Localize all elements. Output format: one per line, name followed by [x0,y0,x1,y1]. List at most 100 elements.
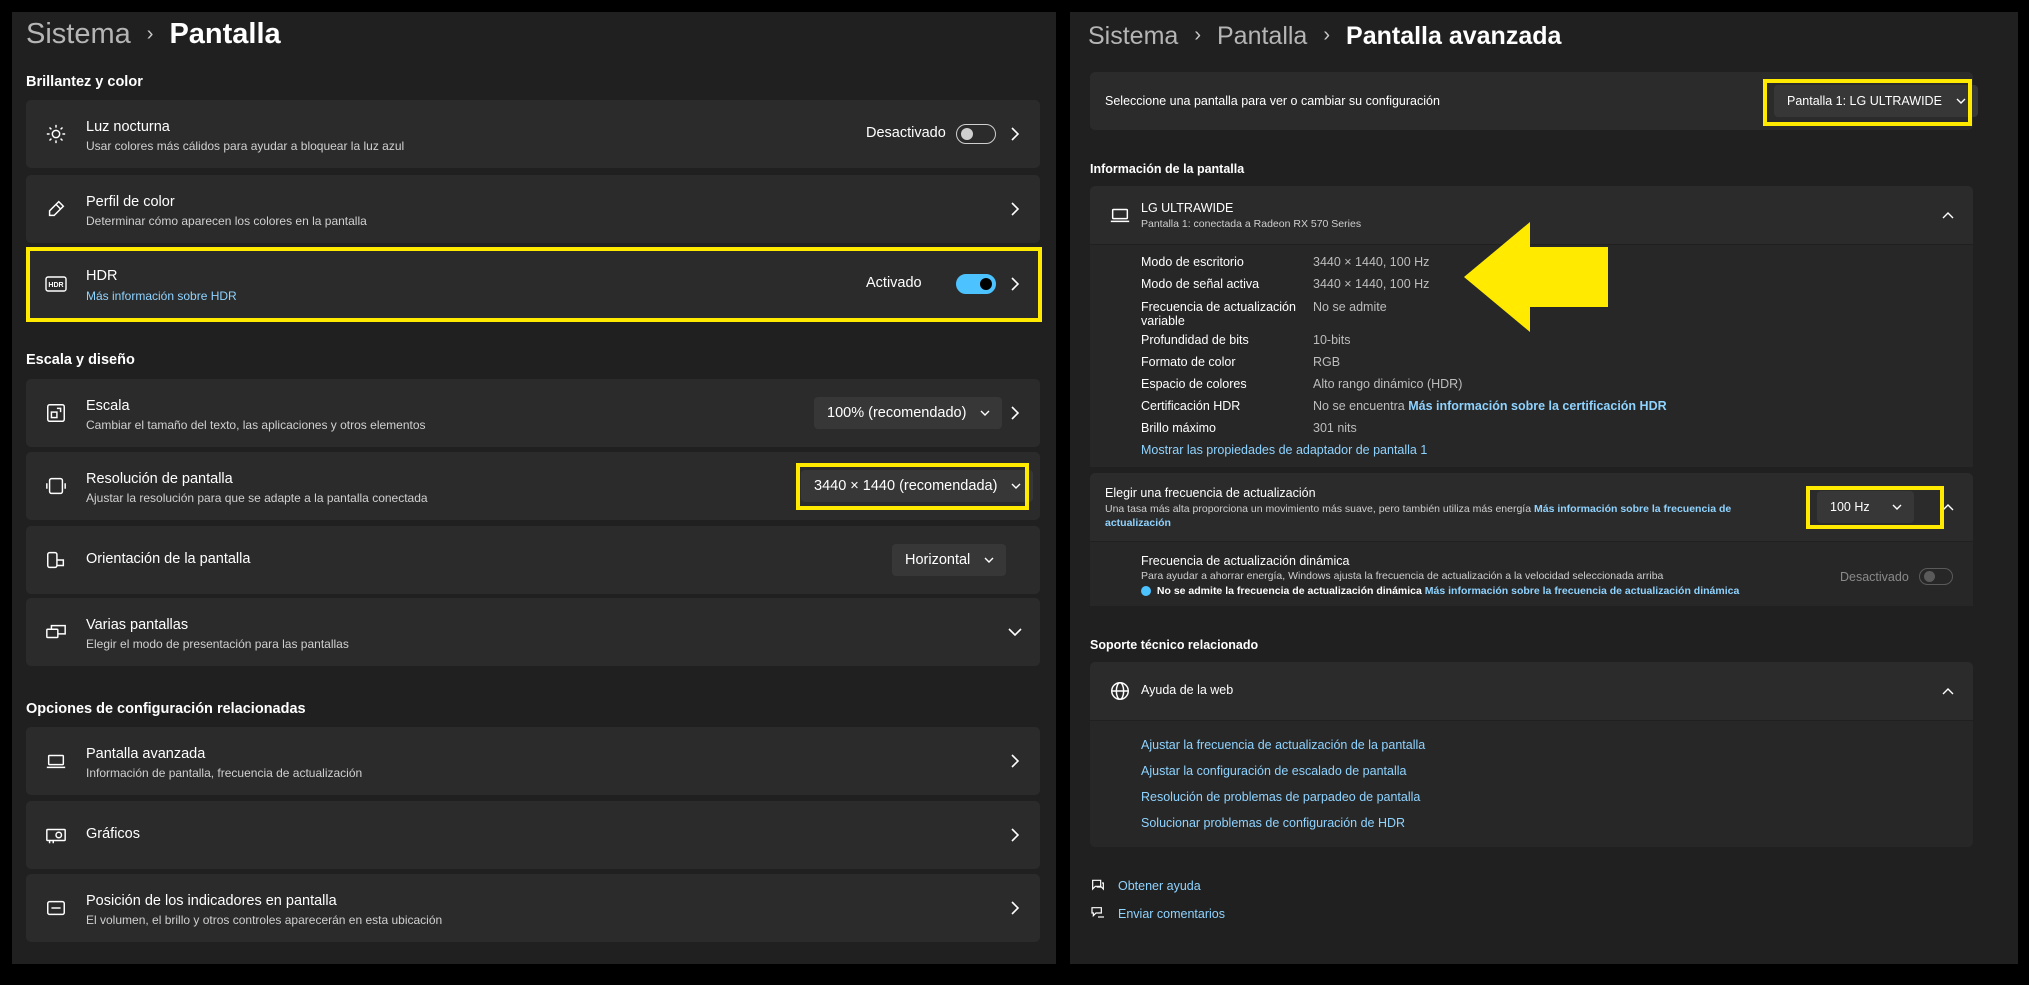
scale-row[interactable]: Escala Cambiar el tamaño del texto, las … [26,379,1040,447]
page-title: Pantalla [169,18,281,50]
web-help-title: Ayuda de la web [1141,683,1234,697]
dynamic-refresh-note: No se admite la frecuencia de actualizac… [1141,585,1739,597]
info-peak-brightness: Brillo máximo 301 nits [1141,421,1357,435]
dynamic-refresh-row: Frecuencia de actualización dinámica Par… [1090,542,1973,606]
resolution-icon [44,474,68,498]
scale-subtitle: Cambiar el tamaño del texto, las aplicac… [86,418,426,432]
chevron-down-icon [980,397,990,429]
resolution-subtitle: Ajustar la resolución para que se adapte… [86,491,428,505]
info-dot-icon [1141,586,1151,597]
globe-icon [1108,679,1132,703]
section-related: Opciones de configuración relacionadas [26,701,306,717]
color-profile-row[interactable]: Perfil de color Determinar cómo aparecen… [26,175,1040,243]
indicators-title: Posición de los indicadores en pantalla [86,893,337,909]
help-link[interactable]: Ajustar la configuración de escalado de … [1141,764,1406,778]
help-link[interactable]: Ajustar la frecuencia de actualización d… [1141,738,1425,752]
dynamic-refresh-link[interactable]: Más información sobre la frecuencia de a… [1425,585,1740,597]
multiple-displays-row[interactable]: Varias pantallas Elegir el modo de prese… [26,598,1040,666]
refresh-rate-highlight [1806,486,1944,529]
monitor-subtitle: Pantalla 1: conectada a Radeon RX 570 Se… [1141,218,1362,230]
get-help-link[interactable]: Obtener ayuda [1118,879,1201,893]
refresh-rate-subtitle: Una tasa más alta proporciona un movimie… [1105,503,1732,515]
night-light-row[interactable]: Luz nocturna Usar colores más cálidos pa… [26,100,1040,168]
brightness-icon [44,122,68,146]
refresh-rate-link[interactable]: Más información sobre la frecuencia de [1534,503,1731,515]
feedback-icon [1090,905,1106,926]
arrow-annotation-icon [1464,222,1608,332]
breadcrumb-separator-icon: › [1194,24,1201,46]
indicators-subtitle: El volumen, el brillo y otros controles … [86,913,443,927]
multiple-displays-subtitle: Elegir el modo de presentación para las … [86,637,349,651]
scale-icon [44,401,68,425]
breadcrumb-separator-icon: › [1323,24,1331,46]
dynamic-refresh-status: Desactivado [1840,570,1909,584]
orientation-dropdown[interactable]: Horizontal [892,544,1007,576]
help-link[interactable]: Solucionar problemas de configuración de… [1141,816,1405,830]
web-help-header[interactable]: Ayuda de la web [1090,662,1973,720]
multiple-displays-icon [44,620,68,644]
night-light-title: Luz nocturna [86,119,170,135]
help-link[interactable]: Resolución de problemas de parpadeo de p… [1141,790,1420,804]
breadcrumb: Sistema › Pantalla [26,18,281,51]
pen-icon [44,197,68,221]
hdr-cert-link[interactable]: Más información sobre la certificación H… [1408,399,1666,413]
laptop-icon [44,749,68,773]
chevron-right-icon [1008,828,1022,842]
refresh-rate-link-cont[interactable]: actualización [1105,517,1171,529]
chevron-right-icon [1008,901,1022,915]
select-display-highlight [1763,79,1972,126]
orientation-icon [44,548,68,572]
advanced-display-subtitle: Información de pantalla, frecuencia de a… [86,766,363,780]
orientation-value: Horizontal [905,552,971,568]
info-bit-depth: Profundidad de bits 10-bits [1141,333,1351,347]
info-signal-mode: Modo de señal activa 3440 × 1440, 100 Hz [1141,277,1430,291]
breadcrumb-separator-icon: › [146,23,154,45]
chevron-down-icon [1008,625,1022,639]
breadcrumb-sistema[interactable]: Sistema [1088,22,1178,50]
hdr-highlight [26,247,1042,322]
web-help-body: Ajustar la frecuencia de actualización d… [1090,721,1973,847]
chevron-right-icon [1008,406,1022,420]
night-light-toggle[interactable] [956,124,996,144]
graphics-row[interactable]: Gráficos [26,801,1040,869]
laptop-icon [1108,203,1132,227]
info-vrr: Frecuencia de actualización variableNo se… [1141,300,1387,328]
dynamic-refresh-subtitle: Para ayudar a ahorrar energía, Windows a… [1141,570,1664,582]
dynamic-refresh-title: Frecuencia de actualización dinámica [1141,554,1350,568]
chevron-right-icon [1008,127,1022,141]
scale-value: 100% (recomendado) [827,405,967,421]
section-support: Soporte técnico relacionado [1090,638,1259,652]
color-profile-subtitle: Determinar cómo aparecen los colores en … [86,214,367,228]
info-color-space: Espacio de colores Alto rango dinámico (H… [1141,377,1463,391]
orientation-row: Orientación de la pantalla Horizontal [26,526,1040,594]
chevron-up-icon [1941,208,1955,222]
info-color-format: Formato de color RGB [1141,355,1341,369]
feedback-link[interactable]: Enviar comentarios [1118,907,1225,921]
chevron-right-icon [1008,202,1022,216]
advanced-display-title: Pantalla avanzada [86,746,206,762]
adapter-properties-link[interactable]: Mostrar las propiedades de adaptador de … [1141,443,1427,457]
multiple-displays-title: Varias pantallas [86,617,189,633]
dynamic-refresh-toggle[interactable] [1919,568,1953,585]
color-profile-title: Perfil de color [86,194,175,210]
select-display-label: Seleccione una pantalla para ver o cambi… [1105,94,1440,108]
resolution-title: Resolución de pantalla [86,471,233,487]
graphics-card-icon [44,823,68,847]
info-desktop-mode: Modo de escritorio 3440 × 1440, 100 Hz [1141,255,1430,269]
night-light-subtitle: Usar colores más cálidos para ayudar a b… [86,139,405,153]
refresh-rate-title: Elegir una frecuencia de actualización [1105,486,1316,500]
scale-dropdown[interactable]: 100% (recomendado) [814,397,1003,429]
resolution-highlight [796,463,1029,510]
section-display-info: Información de la pantalla [1090,162,1245,176]
monitor-name: LG ULTRAWIDE [1141,201,1234,215]
breadcrumb-pantalla[interactable]: Pantalla [1217,22,1307,50]
advanced-display-row[interactable]: Pantalla avanzada Información de pantall… [26,727,1040,795]
scale-title: Escala [86,398,130,414]
chevron-down-icon [984,544,994,576]
graphics-title: Gráficos [86,826,140,842]
breadcrumb-sistema[interactable]: Sistema [26,18,131,50]
chevron-right-icon [1008,754,1022,768]
indicators-row[interactable]: Posición de los indicadores en pantalla … [26,874,1040,942]
orientation-title: Orientación de la pantalla [86,551,251,567]
section-scale: Escala y diseño [26,352,135,368]
